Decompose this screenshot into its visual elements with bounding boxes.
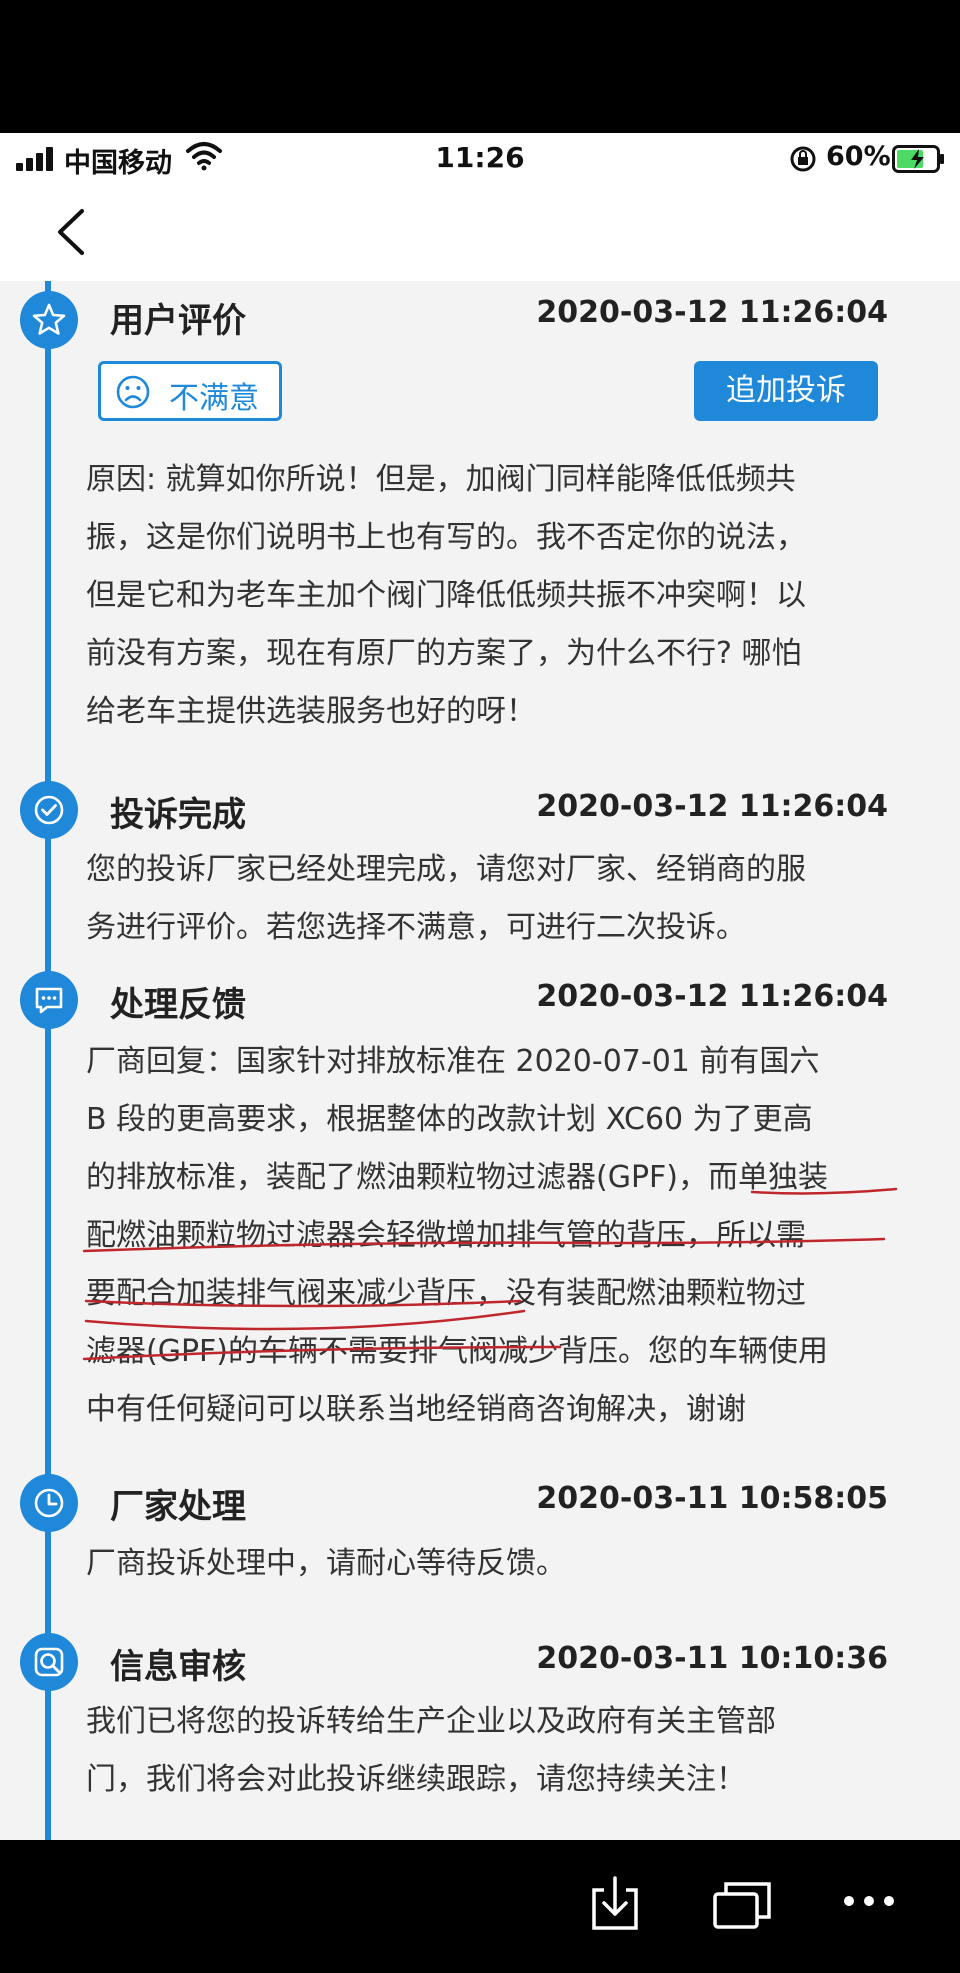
- clock-icon: [20, 1474, 78, 1532]
- entry-timestamp: 2020-03-12 11:26:04: [536, 979, 888, 1014]
- entry-body: 厂商回复：国家针对排放标准在 2020-07-01 前有国六 B 段的更高要求，…: [86, 1033, 886, 1439]
- body-line: 厂商投诉处理中，请耐心等待反馈。: [86, 1546, 566, 1581]
- rating-label: 不满意: [169, 381, 259, 416]
- sad-face-icon: [116, 375, 150, 409]
- search-review-icon: [20, 1633, 78, 1691]
- body-line: 您的投诉厂家已经处理完成，请您对厂家、经销商的服: [86, 852, 806, 887]
- battery-percent: 60%: [826, 141, 891, 172]
- add-complaint-button[interactable]: 追加投诉: [694, 361, 878, 421]
- body-line: 但是它和为老车主加个阀门降低低频共振不冲突啊！以: [86, 578, 806, 613]
- rotation-lock-icon: [790, 146, 816, 172]
- body-line: 的排放标准，装配了燃油颗粒物过滤器(GPF)，而单独装: [86, 1160, 829, 1195]
- timeline-content: 用户评价 2020-03-12 11:26:04 不满意 追加投诉 原因: 就算…: [0, 281, 960, 1840]
- message-icon: [20, 971, 78, 1029]
- rating-dissatisfied-badge: 不满意: [98, 361, 282, 421]
- body-line: 滤器(GPF)的车辆不需要排气阀减少背压。您的车辆使用: [86, 1334, 829, 1369]
- back-chevron-icon[interactable]: [48, 203, 98, 261]
- body-line: 中有任何疑问可以联系当地经销商咨询解决，谢谢: [86, 1392, 746, 1427]
- windows-icon[interactable]: [712, 1880, 772, 1930]
- body-line: 我们已将您的投诉转给生产企业以及政府有关主管部: [86, 1704, 776, 1739]
- more-options-icon[interactable]: [842, 1894, 896, 1908]
- entry-timestamp: 2020-03-11 10:58:05: [536, 1481, 888, 1516]
- entry-title: 用户评价: [110, 301, 246, 341]
- body-line: 前没有方案，现在有原厂的方案了，为什么不行? 哪怕: [86, 636, 802, 671]
- entry-title: 信息审核: [110, 1647, 246, 1687]
- body-line: B 段的更高要求，根据整体的改款计划 XC60 为了更高: [86, 1102, 813, 1137]
- entry-title: 处理反馈: [110, 985, 246, 1025]
- body-line: 门，我们将会对此投诉继续跟踪，请您持续关注！: [86, 1762, 746, 1797]
- entry-body: 我们已将您的投诉转给生产企业以及政府有关主管部 门，我们将会对此投诉继续跟踪，请…: [86, 1693, 886, 1809]
- entry-timestamp: 2020-03-12 11:26:04: [536, 789, 888, 824]
- body-line: 厂商回复：国家针对排放标准在 2020-07-01 前有国六: [86, 1044, 820, 1079]
- check-circle-icon: [20, 781, 78, 839]
- timeline-line: [45, 281, 51, 1840]
- body-line: 务进行评价。若您选择不满意，可进行二次投诉。: [86, 910, 746, 945]
- body-line: 振，这是你们说明书上也有写的。我不否定你的说法，: [86, 520, 806, 555]
- bottom-toolbar: [0, 1840, 960, 1973]
- entry-title: 厂家处理: [110, 1487, 246, 1527]
- entry-body: 厂商投诉处理中，请耐心等待反馈。: [86, 1535, 886, 1593]
- top-black-bar: [0, 0, 960, 133]
- nav-bar: [0, 183, 960, 281]
- battery-charging-icon: [892, 145, 944, 173]
- entry-body: 原因: 就算如你所说！但是，加阀门同样能降低低频共 振，这是你们说明书上也有写的…: [86, 451, 886, 741]
- download-icon[interactable]: [590, 1876, 640, 1932]
- body-line: 配燃油颗粒物过滤器会轻微增加排气管的背压，所以需: [86, 1218, 806, 1253]
- entry-title: 投诉完成: [110, 795, 246, 835]
- body-line: 给老车主提供选装服务也好的呀！: [86, 694, 536, 729]
- entry-body: 您的投诉厂家已经处理完成，请您对厂家、经销商的服 务进行评价。若您选择不满意，可…: [86, 841, 886, 957]
- body-line: 原因: 就算如你所说！但是，加阀门同样能降低低频共: [86, 462, 796, 497]
- star-icon: [20, 291, 78, 349]
- entry-timestamp: 2020-03-11 10:10:36: [536, 1641, 888, 1676]
- entry-timestamp: 2020-03-12 11:26:04: [536, 295, 888, 330]
- status-bar: 中国移动 11:26 60%: [0, 133, 960, 183]
- body-line: 要配合加装排气阀来减少背压，没有装配燃油颗粒物过: [86, 1276, 806, 1311]
